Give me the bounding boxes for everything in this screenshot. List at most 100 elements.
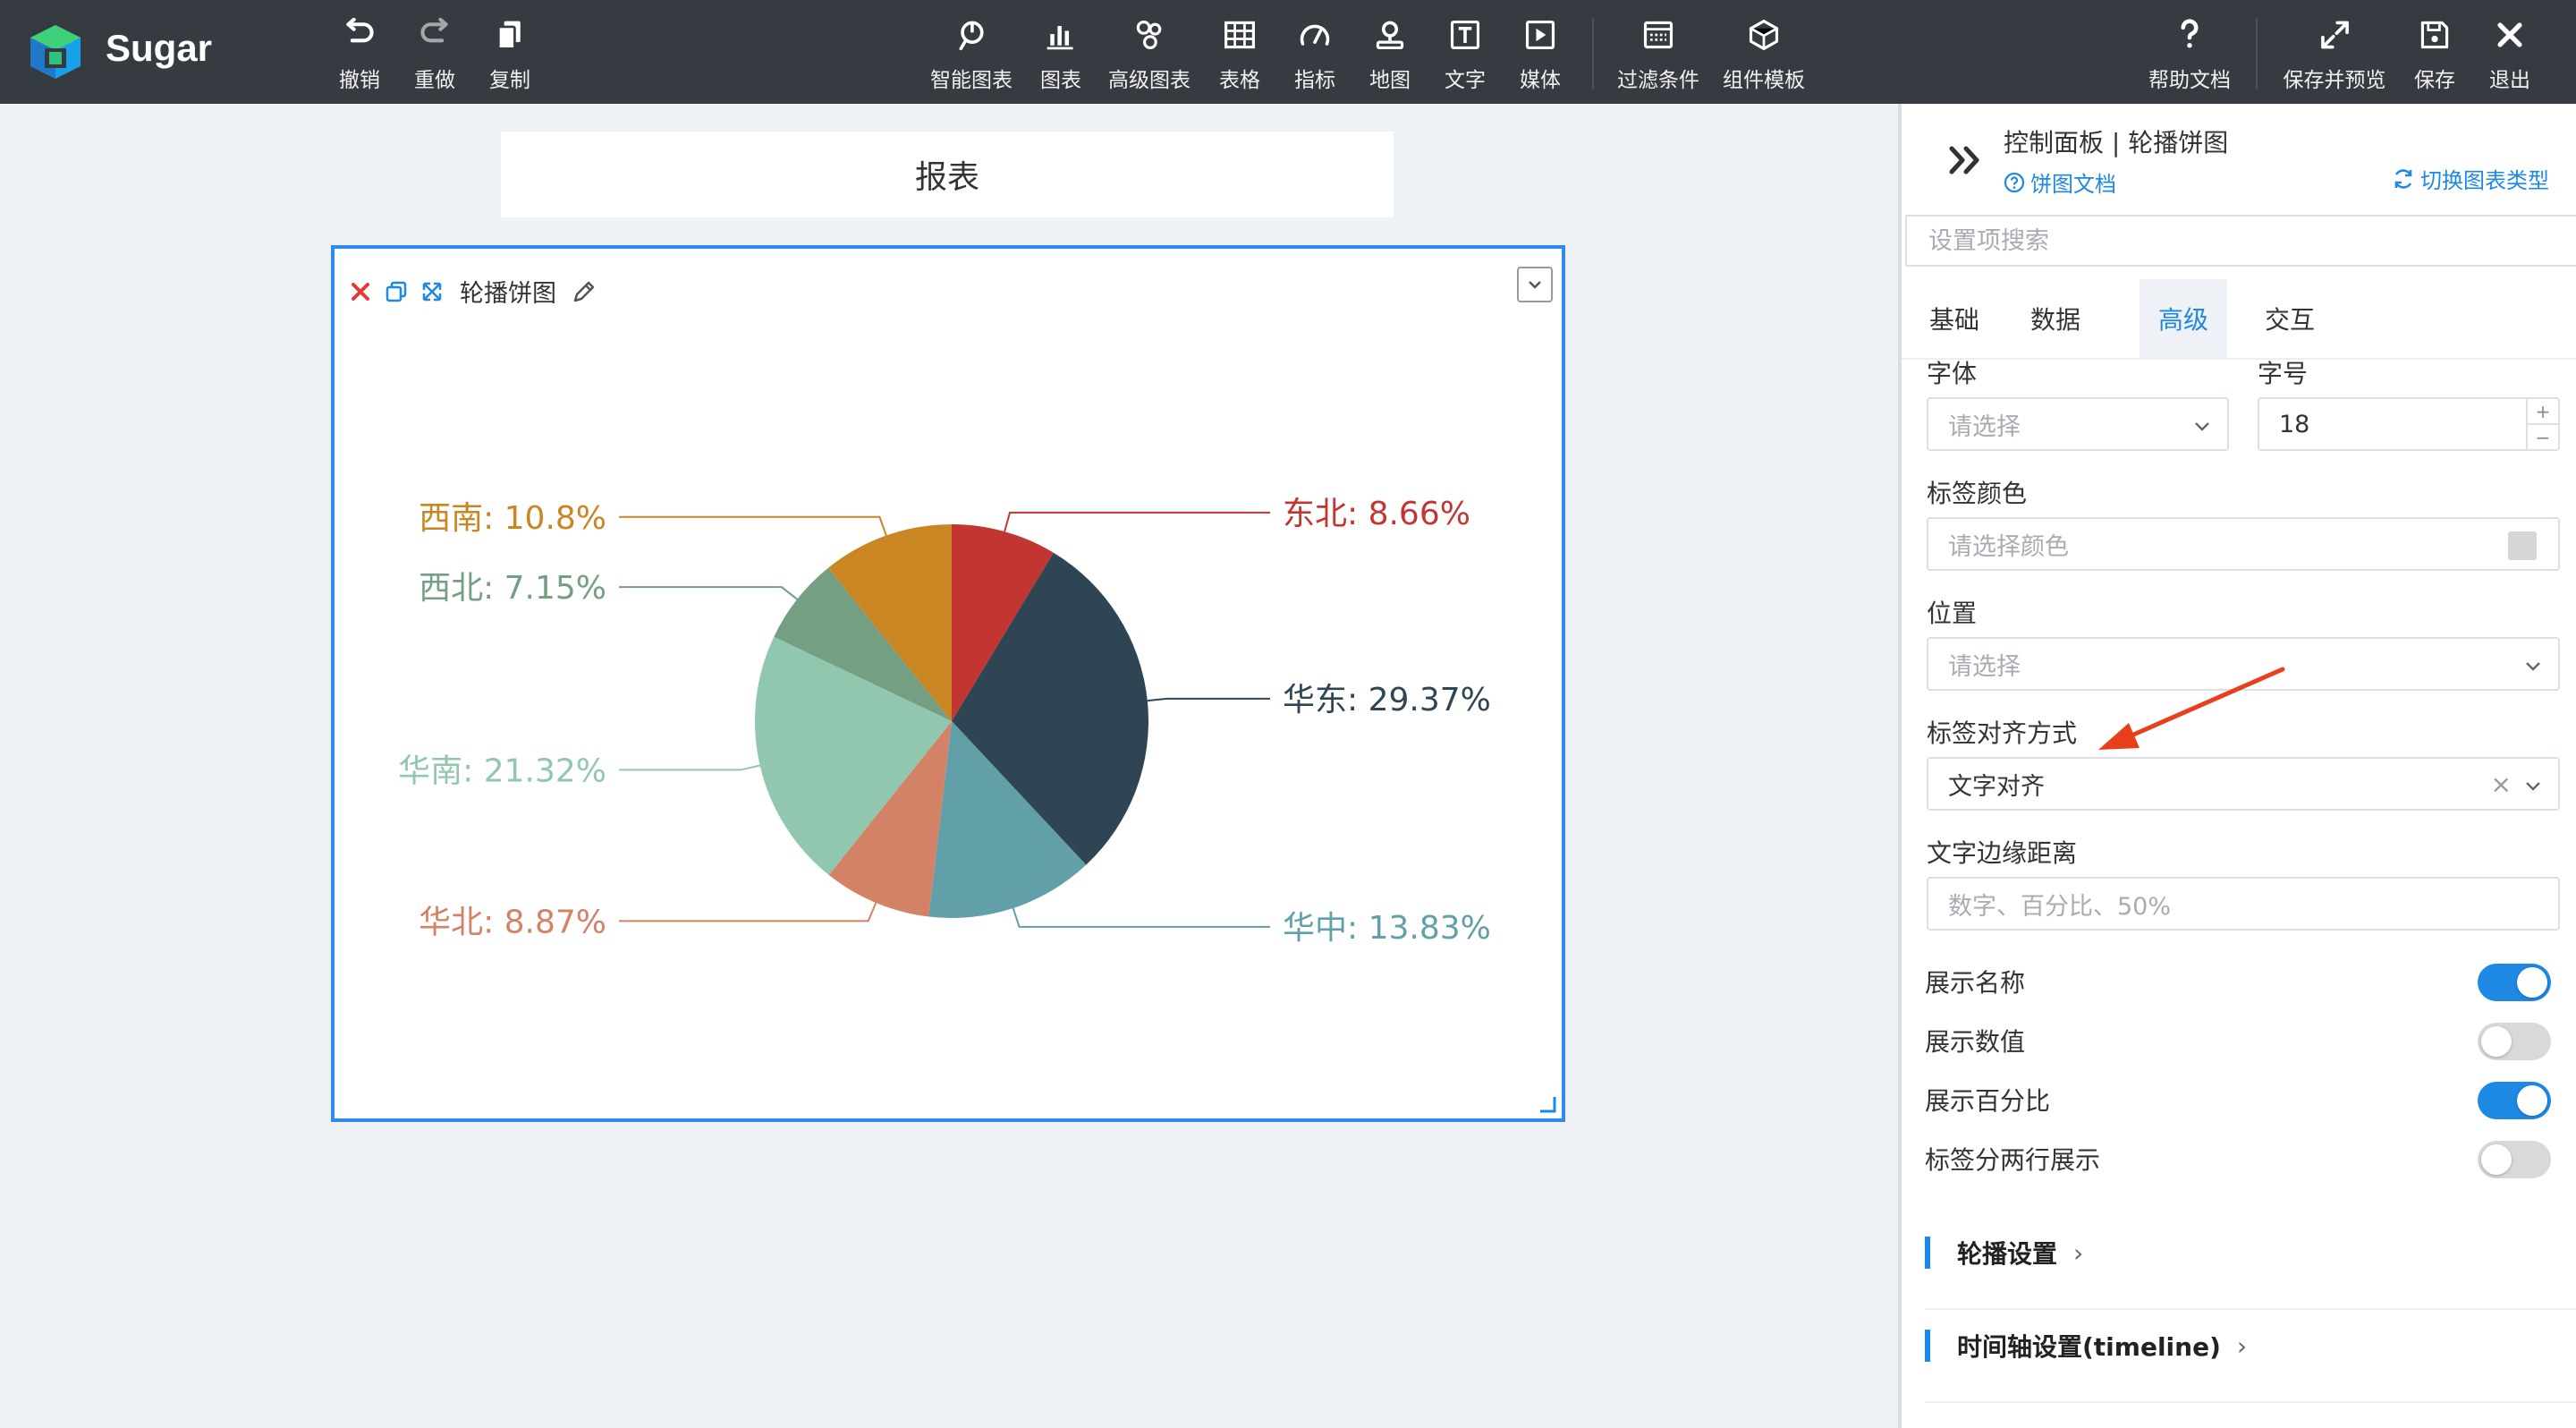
label-color-picker[interactable]: 请选择颜色 (1927, 517, 2560, 571)
clear-selection-icon[interactable]: × (2491, 769, 2512, 799)
pie-label: 华北: 8.87% (419, 904, 606, 940)
label-color-label: 标签颜色 (1927, 479, 2028, 508)
template-button[interactable]: 组件模板 (1723, 18, 1805, 93)
font-size-stepper[interactable]: 18 + − (2258, 397, 2560, 451)
chart-button[interactable]: 图表 (1040, 18, 1081, 93)
toggle-row-show-name: 展示名称 (1925, 957, 2551, 1006)
text-icon (1450, 20, 1480, 50)
media-play-icon (1525, 20, 1555, 50)
save-icon (2420, 21, 2449, 49)
pie-chart-card[interactable]: 轮播饼图 东北: 8.66% 华东: 29.37% 华中: 13.83% 华北: 8.… (331, 245, 1565, 1122)
exit-button[interactable]: 退出 (2489, 18, 2530, 93)
copy-button[interactable]: 复制 (489, 18, 530, 93)
toggle-label: 展示百分比 (1925, 1086, 2051, 1116)
position-select-placeholder: 请选择 (1948, 652, 2021, 681)
tab-advanced[interactable]: 高级 (2140, 279, 2227, 358)
save-button[interactable]: 保存 (2414, 18, 2455, 93)
template-icon (1749, 19, 1779, 51)
toggle-row-two-line-label: 标签分两行展示 (1925, 1135, 2551, 1183)
chart-label: 图表 (1040, 69, 1081, 92)
pie-label: 华南: 21.32% (398, 752, 606, 789)
template-label: 组件模板 (1723, 69, 1805, 92)
pie-label-line (619, 764, 760, 771)
show-percent-toggle[interactable] (2478, 1082, 2551, 1119)
toolbar-divider (1592, 18, 1594, 89)
filter-button[interactable]: 过滤条件 (1617, 18, 1699, 93)
copy-icon (496, 21, 521, 50)
advanced-chart-button[interactable]: 高级图表 (1108, 18, 1191, 93)
divider (1925, 1401, 2576, 1403)
carousel-settings-section[interactable]: 轮播设置 › (1925, 1226, 2083, 1279)
filter-icon (1643, 21, 1674, 49)
section-label: 轮播设置 (1957, 1239, 2058, 1269)
position-select[interactable]: 请选择 (1927, 637, 2560, 691)
expand-icon (2320, 21, 2349, 49)
smart-chart-button[interactable]: 智能图表 (930, 18, 1013, 93)
undo-label: 撤销 (339, 69, 380, 92)
toggle-row-show-value: 展示数值 (1925, 1016, 2551, 1065)
gauge-icon (1300, 24, 1330, 46)
redo-button[interactable]: 重做 (414, 18, 455, 93)
two-line-label-toggle[interactable] (2478, 1141, 2551, 1178)
undo-button[interactable]: 撤销 (339, 18, 380, 93)
position-label: 位置 (1927, 599, 1978, 628)
font-select[interactable]: 请选择 (1927, 397, 2229, 451)
stepper-plus-button[interactable]: + (2528, 399, 2558, 425)
text-margin-input[interactable]: 数字、百分比、50% (1927, 877, 2560, 931)
pie-label-line (1012, 907, 1270, 928)
help-circle-icon (2004, 172, 2025, 192)
toggle-row-show-percent: 展示百分比 (1925, 1075, 2551, 1124)
text-margin-placeholder: 数字、百分比、50% (1948, 892, 2172, 921)
report-title[interactable]: 报表 (501, 132, 1394, 217)
table-icon (1224, 21, 1255, 49)
timeline-settings-section[interactable]: 时间轴设置(timeline) › (1925, 1319, 2247, 1373)
redo-icon (420, 18, 448, 43)
chevron-right-icon: › (2073, 1237, 2084, 1268)
font-label: 字体 (1927, 359, 1978, 388)
toggle-label: 展示数值 (1925, 1027, 2026, 1057)
table-button[interactable]: 表格 (1219, 18, 1260, 93)
switch-chart-type-link[interactable]: 切换图表类型 (2392, 163, 2549, 194)
map-label: 地图 (1369, 69, 1411, 92)
chevron-down-icon (2526, 782, 2540, 791)
refresh-icon (2394, 168, 2412, 189)
pie-doc-link[interactable]: 饼图文档 (2004, 166, 2116, 198)
metric-button[interactable]: 指标 (1294, 18, 1335, 93)
stepper-minus-button[interactable]: − (2528, 425, 2558, 449)
text-button[interactable]: 文字 (1445, 18, 1486, 93)
tab-data[interactable]: 数据 (2007, 279, 2104, 358)
smart-chart-icon (959, 21, 984, 51)
advanced-chart-icon (1136, 20, 1162, 50)
collapse-panel-icon[interactable] (1945, 138, 1989, 183)
settings-search-input[interactable] (1905, 215, 2576, 267)
show-value-toggle[interactable] (2478, 1023, 2551, 1060)
help-icon (2181, 19, 2199, 48)
save-preview-label: 保存并预览 (2283, 69, 2386, 92)
tab-basic[interactable]: 基础 (1911, 279, 1998, 358)
text-label: 文字 (1445, 69, 1486, 92)
save-preview-button[interactable]: 保存并预览 (2284, 18, 2386, 93)
show-name-toggle[interactable] (2478, 964, 2551, 1001)
media-label: 媒体 (1520, 69, 1561, 92)
color-swatch[interactable] (2508, 531, 2537, 560)
label-align-select[interactable]: 文字对齐 × (1927, 757, 2560, 811)
resize-handle-icon[interactable] (1538, 1095, 1556, 1113)
font-select-placeholder: 请选择 (1948, 412, 2021, 441)
filter-label: 过滤条件 (1617, 69, 1699, 92)
help-button[interactable]: 帮助文档 (2148, 18, 2231, 93)
app-brand: Sugar (106, 27, 213, 69)
label-align-label: 标签对齐方式 (1927, 718, 2078, 748)
toggle-label: 展示名称 (1925, 968, 2026, 998)
map-button[interactable]: 地图 (1369, 18, 1411, 93)
divider (1925, 1308, 2576, 1310)
media-button[interactable]: 媒体 (1520, 18, 1561, 93)
close-icon (2497, 22, 2522, 47)
top-toolbar: Sugar 撤销 重做 复制 智能图表 图表 高级图表 表格 指标 地图 文字 媒体 过滤条件 组件模… (0, 0, 2576, 104)
pie-label: 西南: 10.8% (419, 500, 606, 537)
copy-label: 复制 (489, 69, 530, 92)
toggle-label: 标签分两行展示 (1925, 1145, 2101, 1175)
metric-label: 指标 (1294, 69, 1335, 92)
undo-icon (346, 18, 374, 43)
panel-title: 控制面板 | 轮播饼图 (2004, 128, 2229, 157)
tab-interaction[interactable]: 交互 (2241, 279, 2338, 358)
